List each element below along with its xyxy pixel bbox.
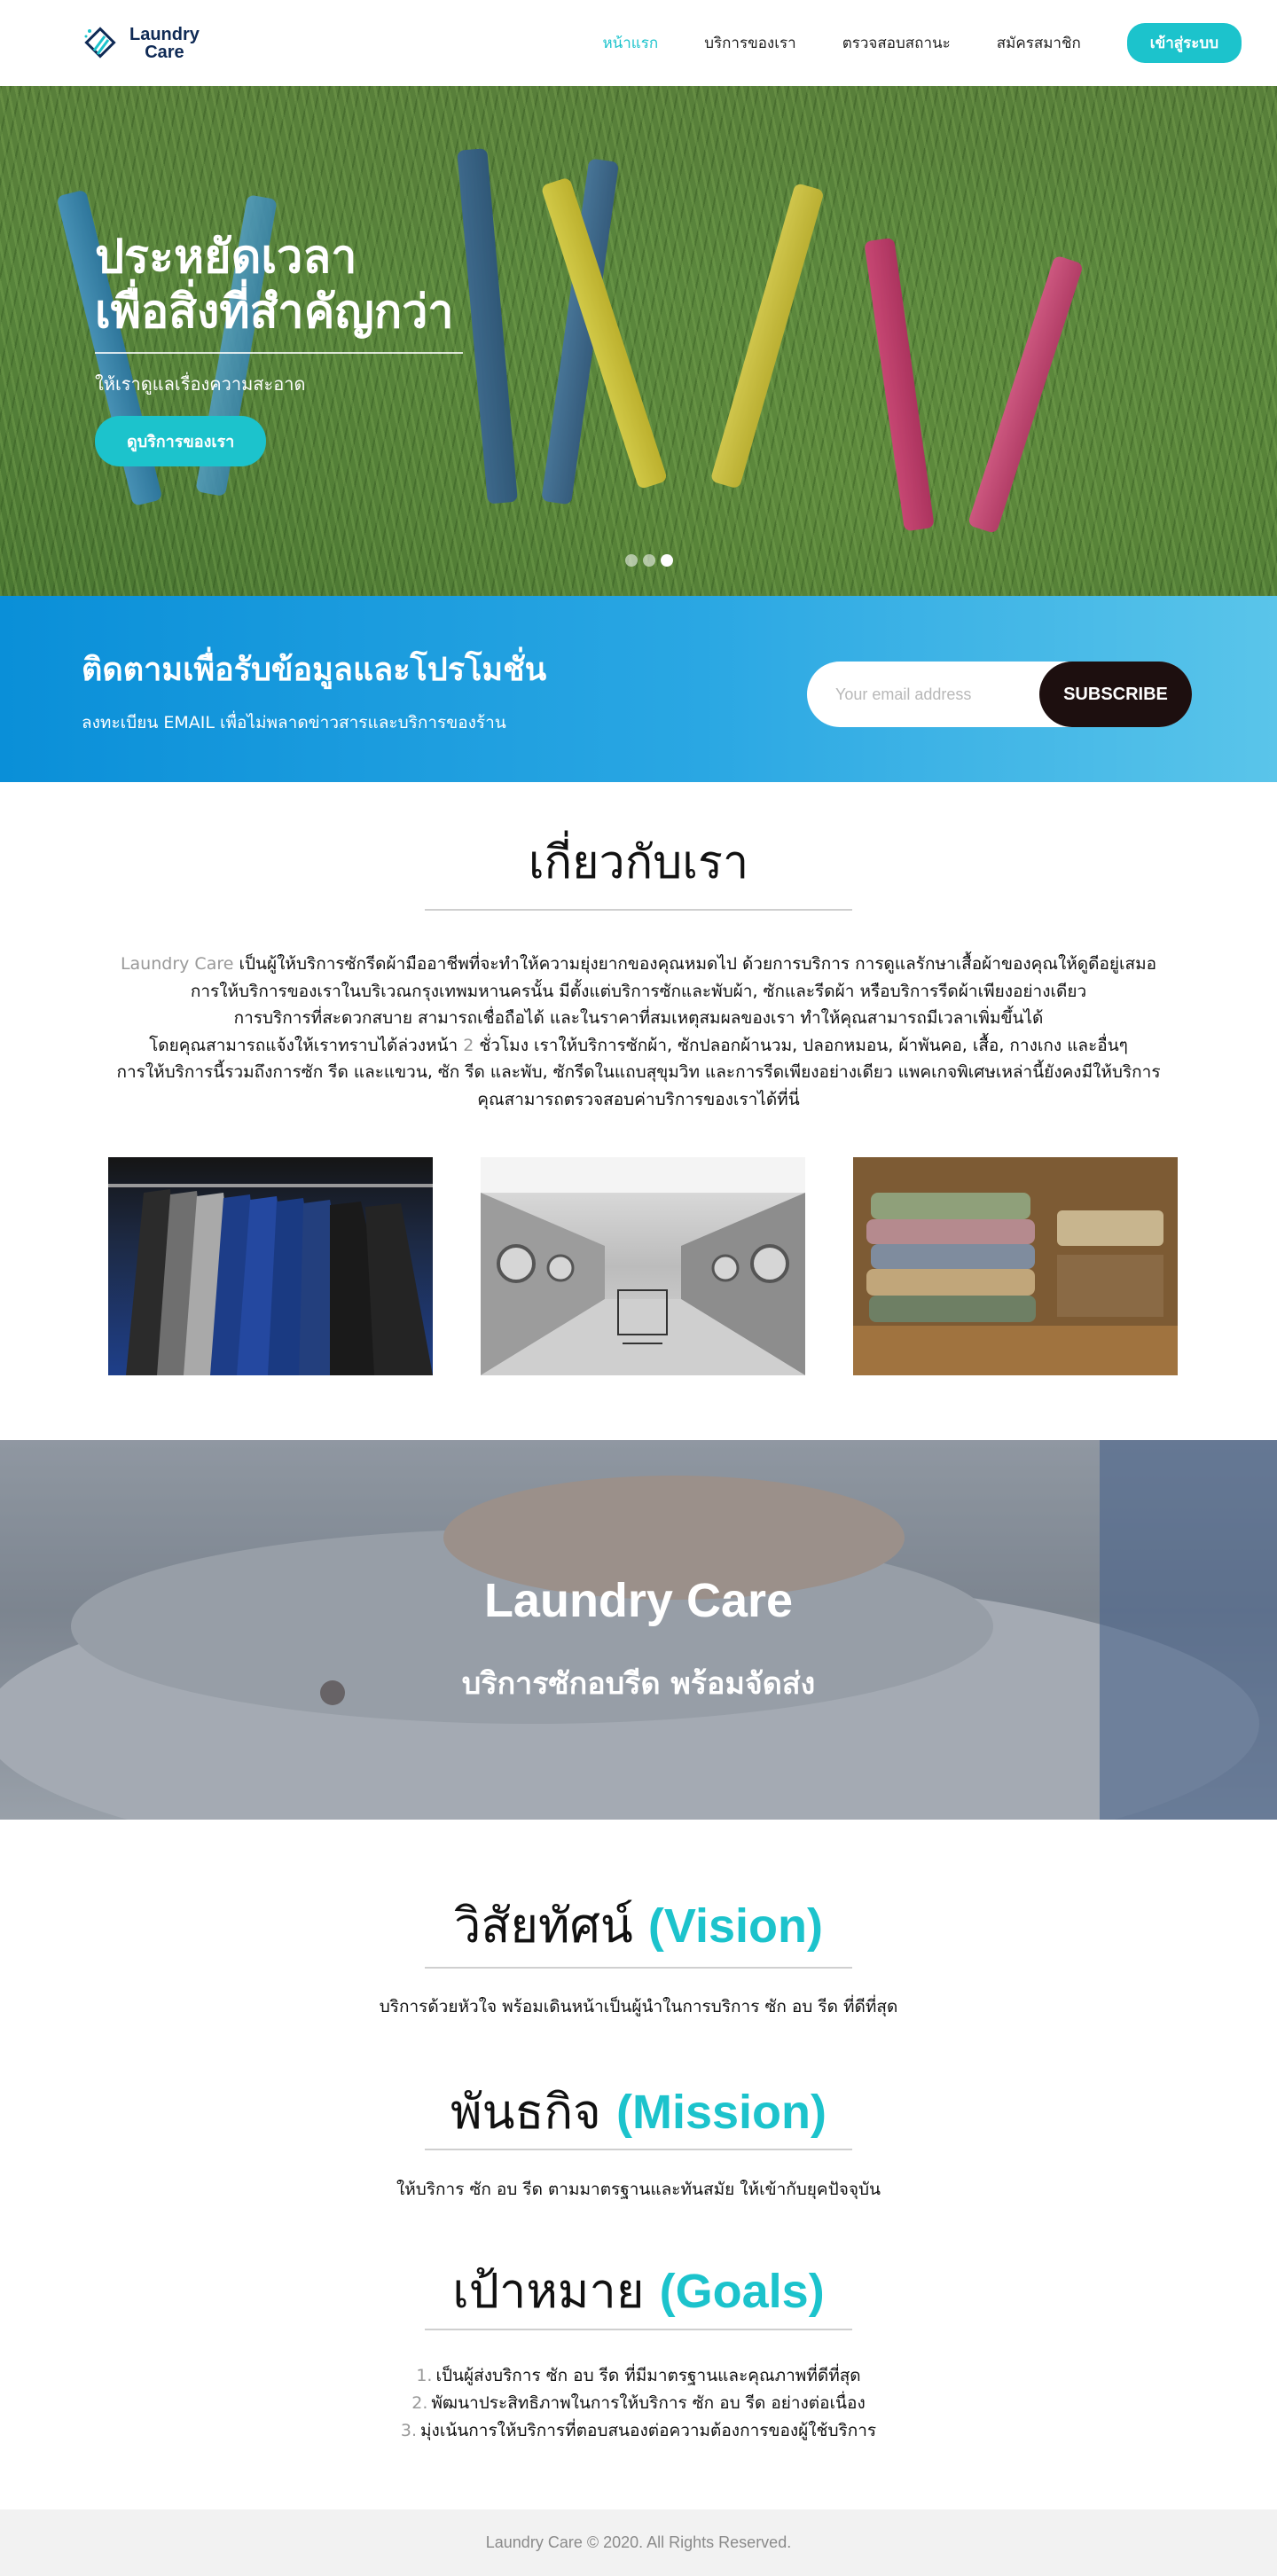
hero-title: ประหยัดเวลา เพื่อสิ่งที่สำคัญกว่า bbox=[95, 230, 503, 340]
brand-name-line1: Laundry bbox=[129, 24, 200, 44]
laundry-logo-icon bbox=[82, 24, 121, 63]
goal-item: 1. เป็นผู้ส่งบริการ ซัก อบ รีด ที่มีมาตรฐ… bbox=[0, 2362, 1277, 2390]
about-line-1-text: เป็นผู้ให้บริการซักรีดผ้ามืออาชีพที่จะทำ… bbox=[233, 954, 1157, 974]
banner-title: Laundry Care bbox=[483, 1574, 794, 1627]
carousel-dot-1[interactable] bbox=[625, 554, 638, 567]
about-hours: 2 bbox=[463, 1035, 474, 1055]
hero-carousel: ประหยัดเวลา เพื่อสิ่งที่สำคัญกว่า ให้เรา… bbox=[0, 86, 1277, 596]
mission-divider bbox=[425, 2149, 852, 2150]
goals-list: 1. เป็นผู้ส่งบริการ ซัก อบ รีด ที่มีมาตรฐ… bbox=[0, 2362, 1277, 2445]
nav-item-check-status[interactable]: ตรวจสอบสถานะ bbox=[842, 31, 951, 55]
folded-towels-photo bbox=[853, 1157, 1178, 1375]
carousel-indicators bbox=[625, 554, 673, 567]
banner-subtitle: บริการซักอบรีด พร้อมจัดส่ง bbox=[461, 1666, 816, 1702]
about-line-1: Laundry Care เป็นผู้ให้บริการซักรีดผ้ามื… bbox=[106, 951, 1171, 978]
shirts-on-rack-photo bbox=[108, 1157, 433, 1375]
subscribe-title: ติดตามเพื่อรับข้อมูลและโปรโมชั่น bbox=[82, 652, 547, 688]
mission-text: ให้บริการ ซัก อบ รีด ตามมาตรฐานและทันสมั… bbox=[396, 2180, 881, 2199]
nav-item-home[interactable]: หน้าแรก bbox=[602, 31, 658, 55]
about-section: เกี่ยวกับเรา Laundry Care เป็นผู้ให้บริก… bbox=[0, 782, 1277, 1440]
copyright-text: Laundry Care © 2020. All Rights Reserved… bbox=[485, 2533, 792, 2551]
hero-subtitle: ให้เราดูแลเรื่องความสะอาด bbox=[95, 373, 306, 395]
main-menu: หน้าแรก บริการของเรา ตรวจสอบสถานะ สมัครส… bbox=[602, 23, 1242, 63]
mission-title-th: พันธกิจ bbox=[450, 2084, 616, 2140]
brand-name-line2: Care bbox=[145, 42, 184, 62]
goal-number: 2. bbox=[411, 2393, 428, 2413]
brand-logo[interactable]: Laundry Care bbox=[82, 24, 200, 63]
about-divider bbox=[425, 909, 852, 911]
banner-overlay bbox=[0, 1440, 1277, 1820]
mission-title-en: (Mission) bbox=[615, 2086, 827, 2139]
goals-title-th: เป้าหมาย bbox=[452, 2263, 660, 2319]
top-navbar: Laundry Care หน้าแรก บริการของเรา ตรวจสอ… bbox=[0, 0, 1277, 86]
goal-number: 1. bbox=[416, 2366, 433, 2385]
subscribe-button[interactable]: SUBSCRIBE bbox=[1039, 662, 1192, 727]
goal-item: 2. พัฒนาประสิทธิภาพในการให้บริการ ซัก อบ … bbox=[0, 2390, 1277, 2417]
goal-number: 3. bbox=[400, 2421, 418, 2440]
vision-title-th: วิสัยทัศน์ bbox=[454, 1898, 648, 1954]
goal-text: เป็นผู้ส่งบริการ ซัก อบ รีด ที่มีมาตรฐาน… bbox=[435, 2366, 861, 2385]
goals-divider bbox=[425, 2329, 852, 2330]
carousel-dot-3[interactable] bbox=[661, 554, 673, 567]
about-title: เกี่ยวกับเรา bbox=[528, 836, 749, 889]
about-text: Laundry Care เป็นผู้ให้บริการซักรีดผ้ามื… bbox=[106, 951, 1171, 1113]
about-brand-name: Laundry Care bbox=[120, 954, 234, 974]
vision-title: วิสัยทัศน์ (Vision) bbox=[0, 1887, 1277, 1963]
about-line-5: การให้บริการนี้รวมถึงการซัก รีด และแขวน,… bbox=[116, 1062, 1161, 1082]
about-line-4b: ชั่วโมง เราให้บริการซักผ้า, ซักปลอกผ้านว… bbox=[474, 1035, 1128, 1055]
subscribe-section: ติดตามเพื่อรับข้อมูลและโปรโมชั่น ลงทะเบี… bbox=[0, 596, 1277, 782]
about-line-6: คุณสามารถตรวจสอบค่าบริการของเราได้ที่นี่ bbox=[477, 1089, 800, 1109]
goal-item: 3. มุ่งเน้นการให้บริการที่ตอบสนองต่อความต… bbox=[0, 2417, 1277, 2445]
hero-content: ประหยัดเวลา เพื่อสิ่งที่สำคัญกว่า ให้เรา… bbox=[95, 230, 503, 466]
subscribe-description: ลงทะเบียน EMAIL เพื่อไม่พลาดข่าวสารและบร… bbox=[82, 713, 506, 732]
hero-divider bbox=[95, 352, 463, 354]
login-button[interactable]: เข้าสู่ระบบ bbox=[1126, 23, 1242, 63]
hero-title-line2: เพื่อสิ่งที่สำคัญกว่า bbox=[95, 286, 454, 339]
hero-title-line1: ประหยัดเวลา bbox=[95, 231, 357, 284]
about-line-2: การให้บริการของเราในบริเวณกรุงเทพมหานครน… bbox=[190, 981, 1087, 1001]
view-services-button[interactable]: ดูบริการของเรา bbox=[95, 416, 267, 466]
brand-banner: Laundry Care บริการซักอบรีด พร้อมจัดส่ง bbox=[0, 1440, 1277, 1820]
vision-title-en: (Vision) bbox=[647, 1899, 823, 1953]
goals-title-en: (Goals) bbox=[659, 2265, 825, 2318]
brand-name: Laundry Care bbox=[129, 26, 200, 61]
vision-text: บริการด้วยหัวใจ พร้อมเดินหน้าเป็นผู้นำใน… bbox=[379, 1997, 898, 2016]
about-line-4a: โดยคุณสามารถแจ้งให้เราทราบได้ล่วงหน้า bbox=[149, 1035, 464, 1055]
subscribe-form: SUBSCRIBE bbox=[807, 662, 1192, 727]
footer: Laundry Care © 2020. All Rights Reserved… bbox=[0, 2509, 1277, 2576]
vision-divider bbox=[425, 1967, 852, 1969]
goal-text: มุ่งเน้นการให้บริการที่ตอบสนองต่อความต้อ… bbox=[420, 2421, 877, 2440]
goals-title: เป้าหมาย (Goals) bbox=[0, 2252, 1277, 2329]
mission-title: พันธกิจ (Mission) bbox=[0, 2073, 1277, 2149]
carousel-dot-2[interactable] bbox=[643, 554, 655, 567]
email-input[interactable] bbox=[835, 662, 1039, 727]
goal-text: พัฒนาประสิทธิภาพในการให้บริการ ซัก อบ รี… bbox=[431, 2393, 866, 2413]
about-line-3: การบริการที่สะดวกสบาย สามารถเชื่อถือได้ … bbox=[233, 1008, 1044, 1028]
laundromat-photo bbox=[481, 1157, 805, 1375]
about-line-4: โดยคุณสามารถแจ้งให้เราทราบได้ล่วงหน้า 2 … bbox=[106, 1032, 1171, 1060]
nav-item-register[interactable]: สมัครสมาชิก bbox=[997, 31, 1081, 55]
nav-item-services[interactable]: บริการของเรา bbox=[704, 31, 796, 55]
